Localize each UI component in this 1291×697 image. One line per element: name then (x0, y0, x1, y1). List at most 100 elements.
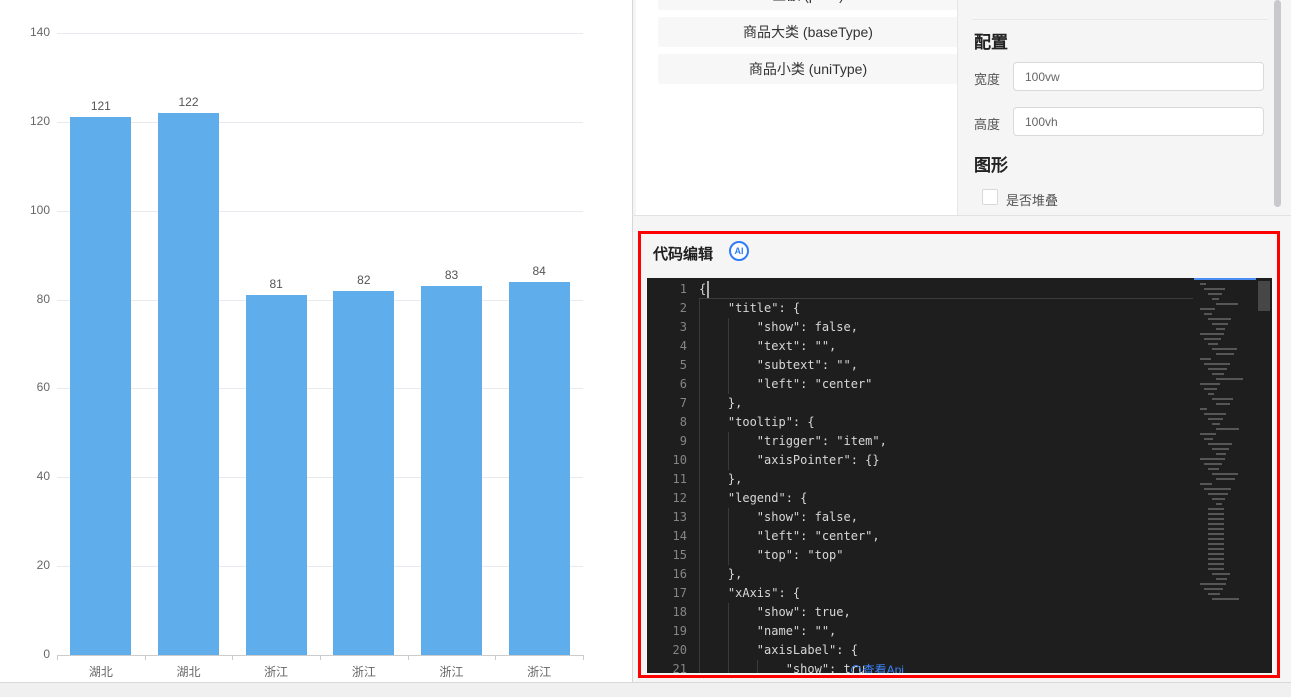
horizontal-scrollbar-track[interactable] (0, 682, 1291, 697)
code-line: 20 "axisLabel": { (647, 641, 1272, 660)
x-category-label: 湖北 (145, 663, 232, 680)
minimap-line (1204, 288, 1225, 290)
bar-value-label: 81 (246, 277, 306, 291)
minimap-line (1208, 563, 1224, 565)
minimap-line (1212, 298, 1219, 300)
code-text: "tooltip": { (699, 413, 815, 432)
chart-bar[interactable] (158, 113, 219, 655)
view-api-link[interactable]: 查看Api (851, 660, 904, 673)
minimap-line (1208, 508, 1224, 510)
info-circle-icon (851, 665, 861, 674)
right-panel-scrollbar[interactable] (1274, 0, 1281, 207)
line-number: 11 (647, 470, 687, 489)
minimap-line (1216, 378, 1243, 380)
code-line: 2 "title": { (647, 299, 1272, 318)
line-number: 10 (647, 451, 687, 470)
bar-chart[interactable]: 020406080100120140121湖北122湖北81浙江82浙江83浙江… (0, 0, 632, 682)
code-line: 8 "tooltip": { (647, 413, 1272, 432)
minimap-line (1204, 588, 1223, 590)
minimap-line (1212, 398, 1233, 400)
y-tick-label: 0 (10, 647, 50, 661)
editor-scrollbar-thumb[interactable] (1258, 281, 1270, 311)
chart-bar[interactable] (333, 291, 394, 655)
minimap-line (1216, 303, 1238, 305)
minimap-line (1208, 568, 1224, 570)
code-text: "show": tru (699, 660, 865, 673)
minimap-line (1212, 323, 1228, 325)
gridline (57, 566, 583, 567)
line-number: 20 (647, 641, 687, 660)
ai-icon[interactable]: AI (729, 241, 749, 261)
text-cursor (707, 281, 709, 298)
field-item[interactable]: 金额 (price) (658, 0, 958, 10)
y-tick-label: 40 (10, 469, 50, 483)
minimap-line (1208, 518, 1224, 520)
code-text: "show": true, (699, 603, 851, 622)
code-text: "axisLabel": { (699, 641, 858, 660)
code-line: 15 "top": "top" (647, 546, 1272, 565)
code-line: 6 "left": "center" (647, 375, 1272, 394)
minimap-line (1204, 313, 1212, 315)
code-line: 14 "left": "center", (647, 527, 1272, 546)
minimap[interactable] (1194, 278, 1256, 673)
editor-scrollbar[interactable] (1256, 278, 1272, 673)
minimap-line (1204, 488, 1231, 490)
minimap-line (1200, 283, 1206, 285)
gridline (57, 388, 583, 389)
line-number: 15 (647, 546, 687, 565)
config-separator (972, 19, 1268, 20)
bar-value-label: 122 (159, 95, 219, 109)
minimap-line (1208, 523, 1224, 525)
chart-bar[interactable] (246, 295, 307, 655)
minimap-line (1204, 438, 1213, 440)
stack-checkbox[interactable] (982, 189, 998, 205)
field-item[interactable]: 商品小类 (uniType) (658, 54, 958, 84)
code-line: 17 "xAxis": { (647, 584, 1272, 603)
x-category-label: 浙江 (320, 663, 407, 680)
y-tick-label: 140 (10, 25, 50, 39)
minimap-line (1208, 393, 1214, 395)
gridline (57, 211, 583, 212)
x-tick-mark (320, 655, 321, 660)
y-tick-label: 100 (10, 203, 50, 217)
minimap-line (1204, 388, 1217, 390)
x-tick-mark (495, 655, 496, 660)
gridline (57, 122, 583, 123)
minimap-line (1208, 493, 1228, 495)
view-api-link-label: 查看Api (863, 661, 904, 673)
height-input[interactable] (1013, 107, 1264, 136)
minimap-line (1216, 328, 1225, 330)
code-editor[interactable]: 1{2 "title": {3 "show": false,4 "text": … (647, 278, 1272, 673)
line-number: 13 (647, 508, 687, 527)
chart-bar[interactable] (421, 286, 482, 655)
code-line: 11 }, (647, 470, 1272, 489)
line-number: 17 (647, 584, 687, 603)
minimap-line (1208, 468, 1219, 470)
minimap-line (1204, 338, 1221, 340)
width-label: 宽度 (974, 69, 1000, 88)
code-text: "title": { (699, 299, 800, 318)
width-input[interactable] (1013, 62, 1264, 91)
minimap-line (1208, 418, 1223, 420)
gridline (57, 477, 583, 478)
minimap-line (1216, 503, 1222, 505)
minimap-line (1200, 433, 1216, 435)
code-text: "subtext": "", (699, 356, 858, 375)
minimap-line (1212, 423, 1220, 425)
chart-bar[interactable] (509, 282, 570, 655)
minimap-line (1208, 538, 1224, 540)
minimap-line (1208, 528, 1224, 530)
code-line: 21 "show": tru (647, 660, 1272, 673)
code-text: "legend": { (699, 489, 807, 508)
x-category-label: 浙江 (233, 663, 320, 680)
minimap-line (1200, 408, 1207, 410)
code-line: 18 "show": true, (647, 603, 1272, 622)
line-number: 2 (647, 299, 687, 318)
chart-bar[interactable] (70, 117, 131, 655)
y-tick-label: 20 (10, 558, 50, 572)
x-tick-mark (583, 655, 584, 660)
field-item[interactable]: 商品大类 (baseType) (658, 17, 958, 47)
code-text: "show": false, (699, 508, 858, 527)
line-number: 12 (647, 489, 687, 508)
minimap-line (1212, 573, 1230, 575)
